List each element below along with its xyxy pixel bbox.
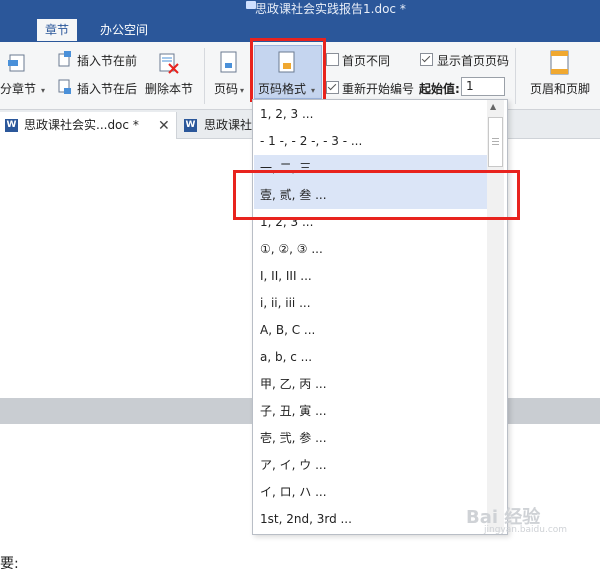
header-footer-icon [549,50,571,76]
grip-line [492,138,499,139]
document-tab[interactable]: 思政课社 [204,112,252,138]
insert-section-before-button[interactable]: 插入节在前 [77,52,137,69]
format-option[interactable]: - 1 -, - 2 -, - 3 - ... [254,128,494,155]
format-option[interactable]: イ, ロ, ハ ... [254,479,494,506]
window-title: 思政课社会实践报告1.doc * [255,2,406,16]
insert-section-before-icon [58,51,72,67]
format-option[interactable]: A, B, C ... [254,317,494,344]
page-number-format-dropdown: 1, 2, 3 ... - 1 -, - 2 -, - 3 - ... 一, 二… [252,99,508,535]
start-value-label: 起始值: [419,82,460,96]
word-doc-icon: W [5,119,18,132]
split-section-icon [8,52,30,74]
show-first-page-number-label: 显示首页页码 [437,54,510,68]
format-option[interactable]: i, ii, iii ... [254,290,494,317]
page-number-icon [219,51,239,75]
document-tab-active[interactable]: 思政课社会实...doc * [24,112,139,138]
menu-tab-office-space[interactable]: 办公空间 [92,19,156,41]
dropdown-arrow-icon: ▾ [41,86,46,95]
scroll-up-icon[interactable]: ▲ [490,102,496,111]
ribbon-separator [204,48,205,104]
scrollbar-thumb[interactable] [488,117,503,167]
document-text: 要: [0,556,19,572]
menu-tab-section[interactable]: 章节 [37,19,78,41]
first-page-different-checkbox[interactable] [326,53,339,66]
insert-section-after-icon [58,79,72,95]
delete-section-icon [157,52,181,76]
highlight-frame-option [233,170,520,220]
split-section-button[interactable]: 拆分章节 [0,80,36,97]
format-option[interactable]: ア, イ, ウ ... [254,452,494,479]
watermark-url: jingyan.baidu.com [484,525,568,535]
grip-line [492,144,499,145]
start-value-input[interactable]: 1 [461,77,505,96]
format-option[interactable]: 壱, 弐, 参 ... [254,425,494,452]
word-doc-icon: W [184,119,197,132]
dropdown-arrow-icon: ▾ [240,86,245,95]
close-icon[interactable]: ✕ [158,113,170,139]
format-option[interactable]: I, II, III ... [254,263,494,290]
restart-numbering-label: 重新开始编号 [342,82,415,96]
header-footer-button[interactable]: 页眉和页脚 [530,80,590,97]
format-option[interactable]: 子, 丑, 寅 ... [254,398,494,425]
highlight-frame-format-button [250,38,326,102]
ribbon-separator [515,48,516,104]
format-option[interactable]: 1st, 2nd, 3rd ... [254,506,494,533]
grip-line [492,141,499,142]
delete-section-button[interactable]: 删除本节 [145,80,193,97]
restart-numbering-checkbox[interactable] [326,81,339,94]
format-option[interactable]: 甲, 乙, 丙 ... [254,371,494,398]
first-page-different-label: 首页不同 [342,54,391,68]
format-option[interactable]: 1, 2, 3 ... [254,101,494,128]
format-option[interactable]: a, b, c ... [254,344,494,371]
show-first-page-number-checkbox[interactable] [420,53,433,66]
page-number-button[interactable]: 页码 [214,80,238,97]
insert-section-after-button[interactable]: 插入节在后 [77,80,137,97]
format-option[interactable]: ①, ②, ③ ... [254,236,494,263]
